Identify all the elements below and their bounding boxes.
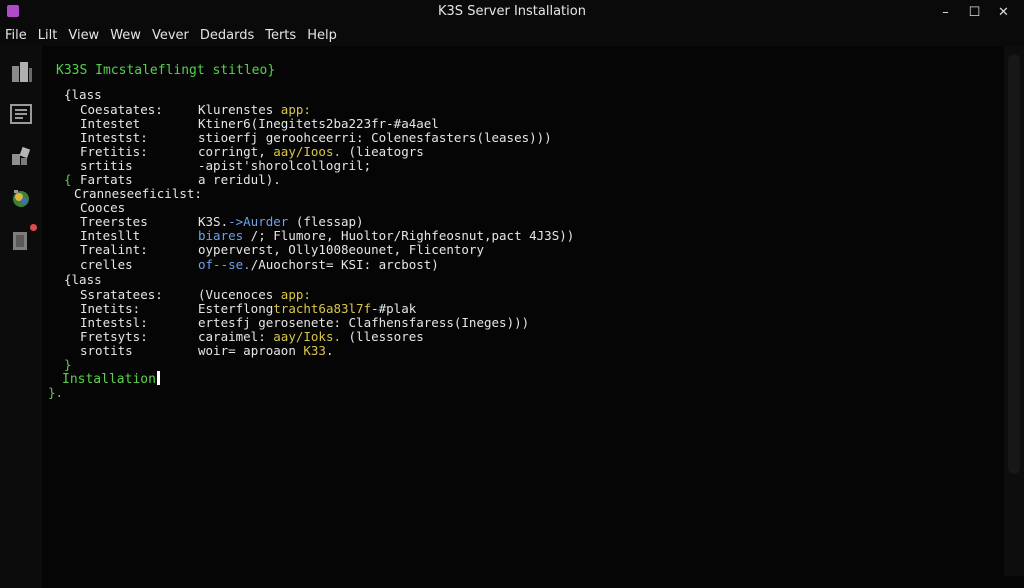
menu-help[interactable]: Help: [302, 28, 343, 43]
menu-view-2[interactable]: Wew: [105, 28, 147, 43]
value-highlight: of--se.: [198, 257, 251, 272]
block1-fartats-key: Fartats: [80, 172, 133, 187]
value-text: /Auochorst= KSI: arcbost): [250, 257, 439, 272]
installation-line: Installation: [62, 371, 160, 387]
block3-open: {lass: [64, 272, 102, 287]
block3-close: }: [64, 357, 72, 372]
menu-bar: File Lilt View Wew Vever Dedards Terts H…: [0, 24, 1024, 46]
menu-view[interactable]: View: [63, 28, 105, 43]
block1-val-4: corringt, aay/Ioos. (lieatogrs: [198, 145, 424, 159]
value-highlight: K33: [303, 343, 326, 358]
block1-val-5: -apist'shorolcollogril;: [198, 158, 372, 173]
block3-key-2: Inetits:: [80, 301, 141, 316]
value-text: .: [325, 343, 334, 358]
debug-icon[interactable]: [7, 184, 35, 212]
value-highlight: app:: [280, 287, 311, 302]
value-highlight: biares: [198, 228, 244, 243]
block2-val-3: biares /; Flumore, Huoltor/Righfeosnut,p…: [198, 229, 574, 243]
value-text: corringt,: [198, 144, 274, 159]
block3-val-2: Esterflongtracht6a83l7f-#plak: [198, 302, 416, 316]
value-text: aproaon: [235, 343, 304, 358]
installation-text: Installation: [62, 372, 156, 387]
block3-val-1: (Vucenoces app:: [198, 288, 311, 302]
block1-key-4: Fretitis:: [80, 144, 148, 159]
value-text: ertesfj: [198, 315, 259, 330]
block2-key-5: crelles: [80, 257, 133, 272]
value-text: /; Flumore, Huoltor/Righfeosnut,pact 4J3…: [243, 228, 575, 243]
value-highlight: ->Aurder: [228, 214, 289, 229]
menu-file[interactable]: File: [0, 28, 33, 43]
block2-val-2: K3S.->Aurder (flessap): [198, 215, 364, 229]
notifications-icon[interactable]: [7, 224, 37, 254]
block3-key-1: Ssratatees:: [80, 287, 163, 302]
value-highlight: tracht6a83l7f: [273, 301, 372, 316]
block1-key-5: srtitis: [80, 158, 133, 173]
block1-key-1: Coesatates:: [80, 102, 163, 117]
menu-dashboards[interactable]: Dedards: [195, 28, 260, 43]
value-text: (Vucenoces: [198, 287, 281, 302]
menu-viewer[interactable]: Vever: [147, 28, 195, 43]
minimize-button[interactable]: –: [931, 2, 960, 22]
block3-val-3: ertesfj gerosenete: Clafhensfaress(Inege…: [198, 316, 529, 330]
value-highlight: aay/Ioks.: [273, 329, 341, 344]
title-bar: K3S Server Installation – ☐ ✕: [0, 0, 1024, 24]
value-text: K3S.: [198, 214, 229, 229]
window-controls: – ☐ ✕: [931, 2, 1018, 22]
value-text: gerosenete: Clafhensfaress(Ineges))): [258, 315, 530, 330]
block3-val-4: caraimel: aay/Ioks. (llessores: [198, 330, 424, 344]
value-text: caraimel:: [198, 329, 274, 344]
block1-open: {lass: [64, 87, 102, 102]
maximize-button[interactable]: ☐: [960, 2, 989, 22]
block2-key-3: Intesllt: [80, 228, 141, 243]
block3-key-3: Intestsl:: [80, 315, 148, 330]
activity-sidebar: [0, 46, 42, 588]
close-button[interactable]: ✕: [989, 2, 1018, 22]
block3-val-5: woir= aproaon K33.: [198, 344, 333, 358]
text-cursor: [156, 371, 160, 385]
block3-key-5: srotits: [80, 343, 133, 358]
value-text: woir=: [198, 343, 236, 358]
value-highlight: app:: [280, 102, 311, 117]
value-highlight: aay/Ioos.: [273, 144, 341, 159]
extensions-icon[interactable]: [7, 142, 35, 170]
fold-brace: {: [64, 172, 72, 187]
menu-tests[interactable]: Terts: [260, 28, 302, 43]
window-title: K3S Server Installation: [438, 4, 586, 19]
editor-header: K33S Imcstaleflingt stitleo}: [56, 63, 276, 78]
block1-key-3: Intestst:: [80, 130, 148, 145]
list-icon[interactable]: [7, 100, 35, 128]
block1-val-3: stioerfj geroohceerri: Colenesfasters(le…: [198, 130, 552, 145]
value-text: (lieatogrs: [341, 144, 424, 159]
block2-key-1: Cooces: [80, 200, 126, 215]
block3-key-4: Fretsyts:: [80, 329, 148, 344]
menu-edit[interactable]: Lilt: [33, 28, 64, 43]
block2-key-2: Treerstes: [80, 214, 148, 229]
final-brace: }.: [48, 385, 64, 400]
block1-subhead: Cranneseeficilst:: [74, 186, 202, 201]
code-editor[interactable]: [42, 46, 1004, 576]
block2-val-5: of--se./Auochorst= KSI: arcbost): [198, 258, 439, 272]
files-icon[interactable]: [7, 58, 35, 86]
value-text: -#plak: [371, 301, 417, 316]
value-text: Klurenstes: [198, 102, 281, 117]
block1-key-2: Intestet: [80, 116, 141, 131]
block1-fartats-val: a reridul).: [198, 172, 281, 187]
value-text: Esterflong: [198, 301, 274, 316]
block2-val-4: oyperverst, Olly1008eounet, Flicentory: [198, 242, 484, 257]
value-text: (flessap): [288, 214, 364, 229]
block1-val-2: Ktiner6(Inegitets2ba223fr-#a4ael: [198, 116, 439, 131]
notification-badge: [30, 224, 37, 231]
value-text: (llessores: [341, 329, 424, 344]
vertical-scrollbar[interactable]: [1004, 46, 1024, 576]
scrollbar-thumb[interactable]: [1008, 54, 1020, 474]
block1-val-1: Klurenstes app:: [198, 103, 311, 117]
block2-key-4: Trealint:: [80, 242, 148, 257]
